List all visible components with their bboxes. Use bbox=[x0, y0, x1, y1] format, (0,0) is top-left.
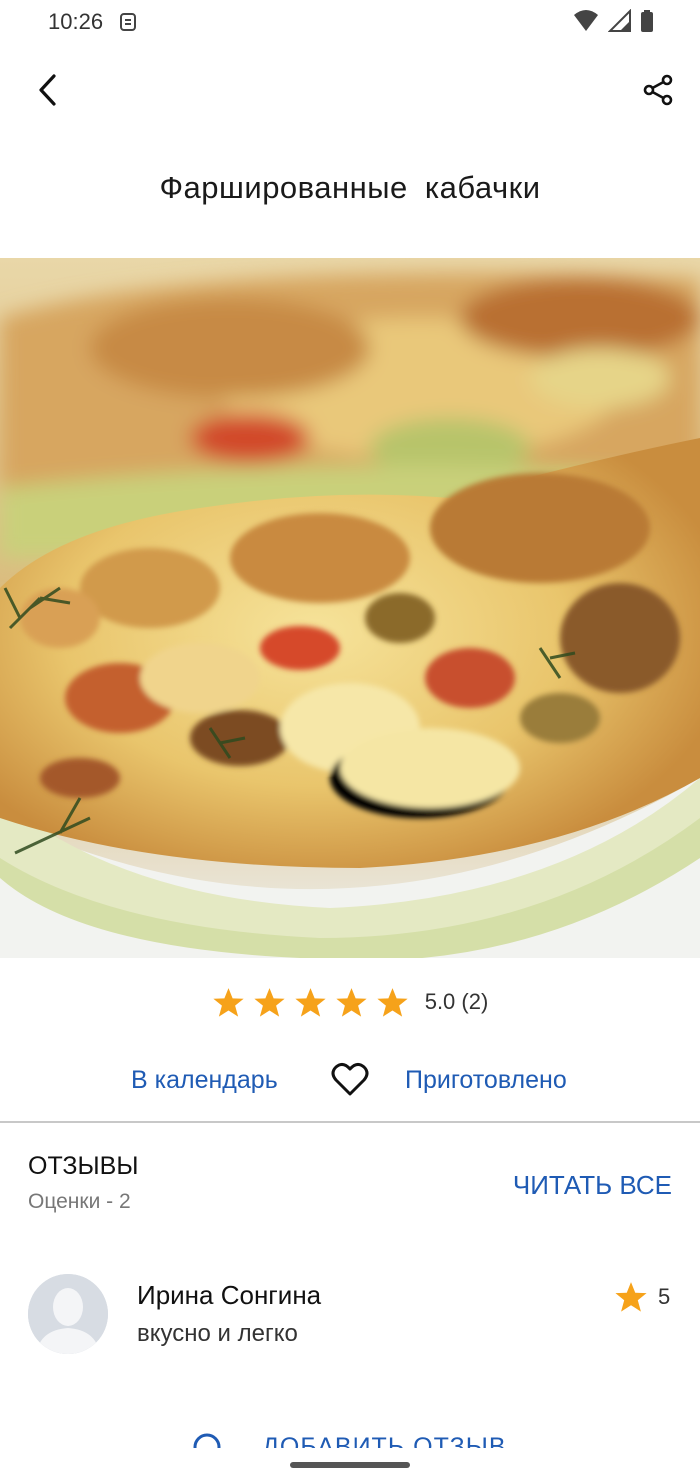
section-divider bbox=[0, 1121, 700, 1123]
signal-icon bbox=[607, 8, 632, 38]
review-text: вкусно и легко bbox=[137, 1320, 298, 1347]
back-button[interactable] bbox=[26, 68, 70, 112]
review-item: Ирина Сонгина вкусно и легко 5 bbox=[0, 1270, 700, 1380]
add-review-label: ДОБАВИТЬ ОТЗЫВ bbox=[262, 1432, 507, 1449]
recipe-actions: В календарь Приготовлено bbox=[0, 1058, 700, 1108]
app-bar bbox=[0, 46, 700, 134]
battery-icon bbox=[640, 9, 654, 38]
wifi-icon bbox=[572, 9, 600, 38]
recipe-title: Фаршированные кабачки bbox=[159, 170, 541, 205]
star-icon bbox=[377, 987, 408, 1017]
star-icon bbox=[615, 1282, 647, 1312]
status-bar: 10:26 bbox=[0, 0, 700, 46]
sim-icon bbox=[118, 10, 138, 39]
add-review-bar: ДОБАВИТЬ ОТЗЫВ bbox=[0, 1420, 700, 1448]
back-arrow-icon bbox=[39, 74, 56, 106]
status-time: 10:26 bbox=[48, 9, 104, 34]
heart-icon bbox=[331, 1062, 369, 1096]
reviews-title: ОТЗЫВЫ bbox=[28, 1152, 139, 1180]
add-review-button[interactable]: ДОБАВИТЬ ОТЗЫВ bbox=[192, 1432, 507, 1448]
share-icon bbox=[643, 74, 673, 106]
star-icon bbox=[254, 987, 285, 1017]
share-button[interactable] bbox=[636, 68, 680, 112]
status-icons bbox=[572, 8, 654, 38]
recipe-photo bbox=[0, 258, 700, 958]
read-all-button[interactable]: ЧИТАТЬ ВСЕ bbox=[513, 1170, 672, 1201]
star-icon bbox=[336, 987, 367, 1017]
avatar-placeholder-icon bbox=[28, 1274, 108, 1354]
add-to-calendar-button[interactable]: В календарь bbox=[131, 1066, 278, 1095]
favorite-button[interactable] bbox=[330, 1060, 370, 1100]
avatar bbox=[28, 1274, 108, 1354]
review-author: Ирина Сонгина bbox=[137, 1280, 322, 1310]
star-icon bbox=[295, 987, 326, 1017]
reviews-count: Оценки - 2 bbox=[28, 1190, 131, 1213]
gesture-nav-handle[interactable] bbox=[290, 1462, 410, 1468]
review-score: 5 bbox=[658, 1284, 671, 1309]
rating-row: 5.0 (2) bbox=[0, 980, 700, 1024]
star-icon bbox=[213, 987, 244, 1017]
rating-value: 5.0 (2) bbox=[424, 989, 489, 1014]
mark-cooked-button[interactable]: Приготовлено bbox=[405, 1066, 567, 1095]
comment-icon bbox=[193, 1433, 221, 1448]
